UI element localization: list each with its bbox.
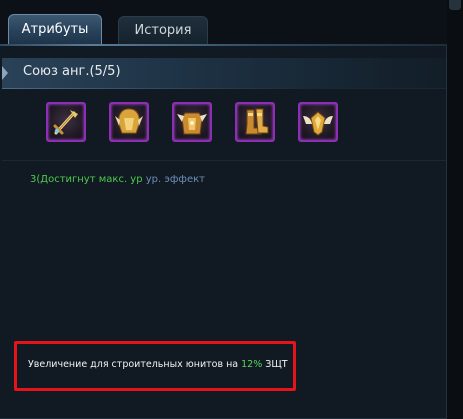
golden-armor-icon xyxy=(177,112,207,135)
header-divider xyxy=(2,88,446,89)
item-slot-helmet[interactable] xyxy=(109,102,149,142)
set-title: Союз анг.(5/5) xyxy=(23,64,121,79)
effect-suffix-text: ур. эффект xyxy=(142,174,205,185)
set-bonus-text: Увеличение для строительных юнитов на 12… xyxy=(28,359,288,370)
panel-top-edge xyxy=(0,44,447,46)
scrollbar-track[interactable] xyxy=(447,0,463,419)
golden-sword-icon xyxy=(53,110,78,135)
golden-helmet-icon xyxy=(115,108,143,134)
section-divider xyxy=(2,160,446,161)
winged-emblem-icon xyxy=(303,111,333,136)
set-effect-text: 3(Достигнут макс. ур ур. эффект xyxy=(30,174,205,185)
bonus-description: Увеличение для строительных юнитов на xyxy=(28,359,242,370)
scrollbar-thumb[interactable] xyxy=(449,0,461,10)
attributes-window: Атрибуты История Союз анг.(5/5) 3(Достиг… xyxy=(0,0,463,419)
tab-history[interactable]: История xyxy=(118,16,208,44)
item-slot-sword[interactable] xyxy=(46,102,86,142)
item-slot-boots[interactable] xyxy=(235,102,275,142)
effect-level-text: 3(Достигнут макс. ур xyxy=(30,174,143,185)
header-arrow-icon xyxy=(2,66,8,80)
golden-boots-icon xyxy=(245,108,269,135)
item-slot-armor[interactable] xyxy=(172,102,212,142)
bonus-stat: ЗЩТ xyxy=(262,359,288,370)
bonus-percent: 12% xyxy=(241,359,263,370)
tab-attributes[interactable]: Атрибуты xyxy=(8,14,102,44)
item-slot-emblem[interactable] xyxy=(298,102,338,142)
